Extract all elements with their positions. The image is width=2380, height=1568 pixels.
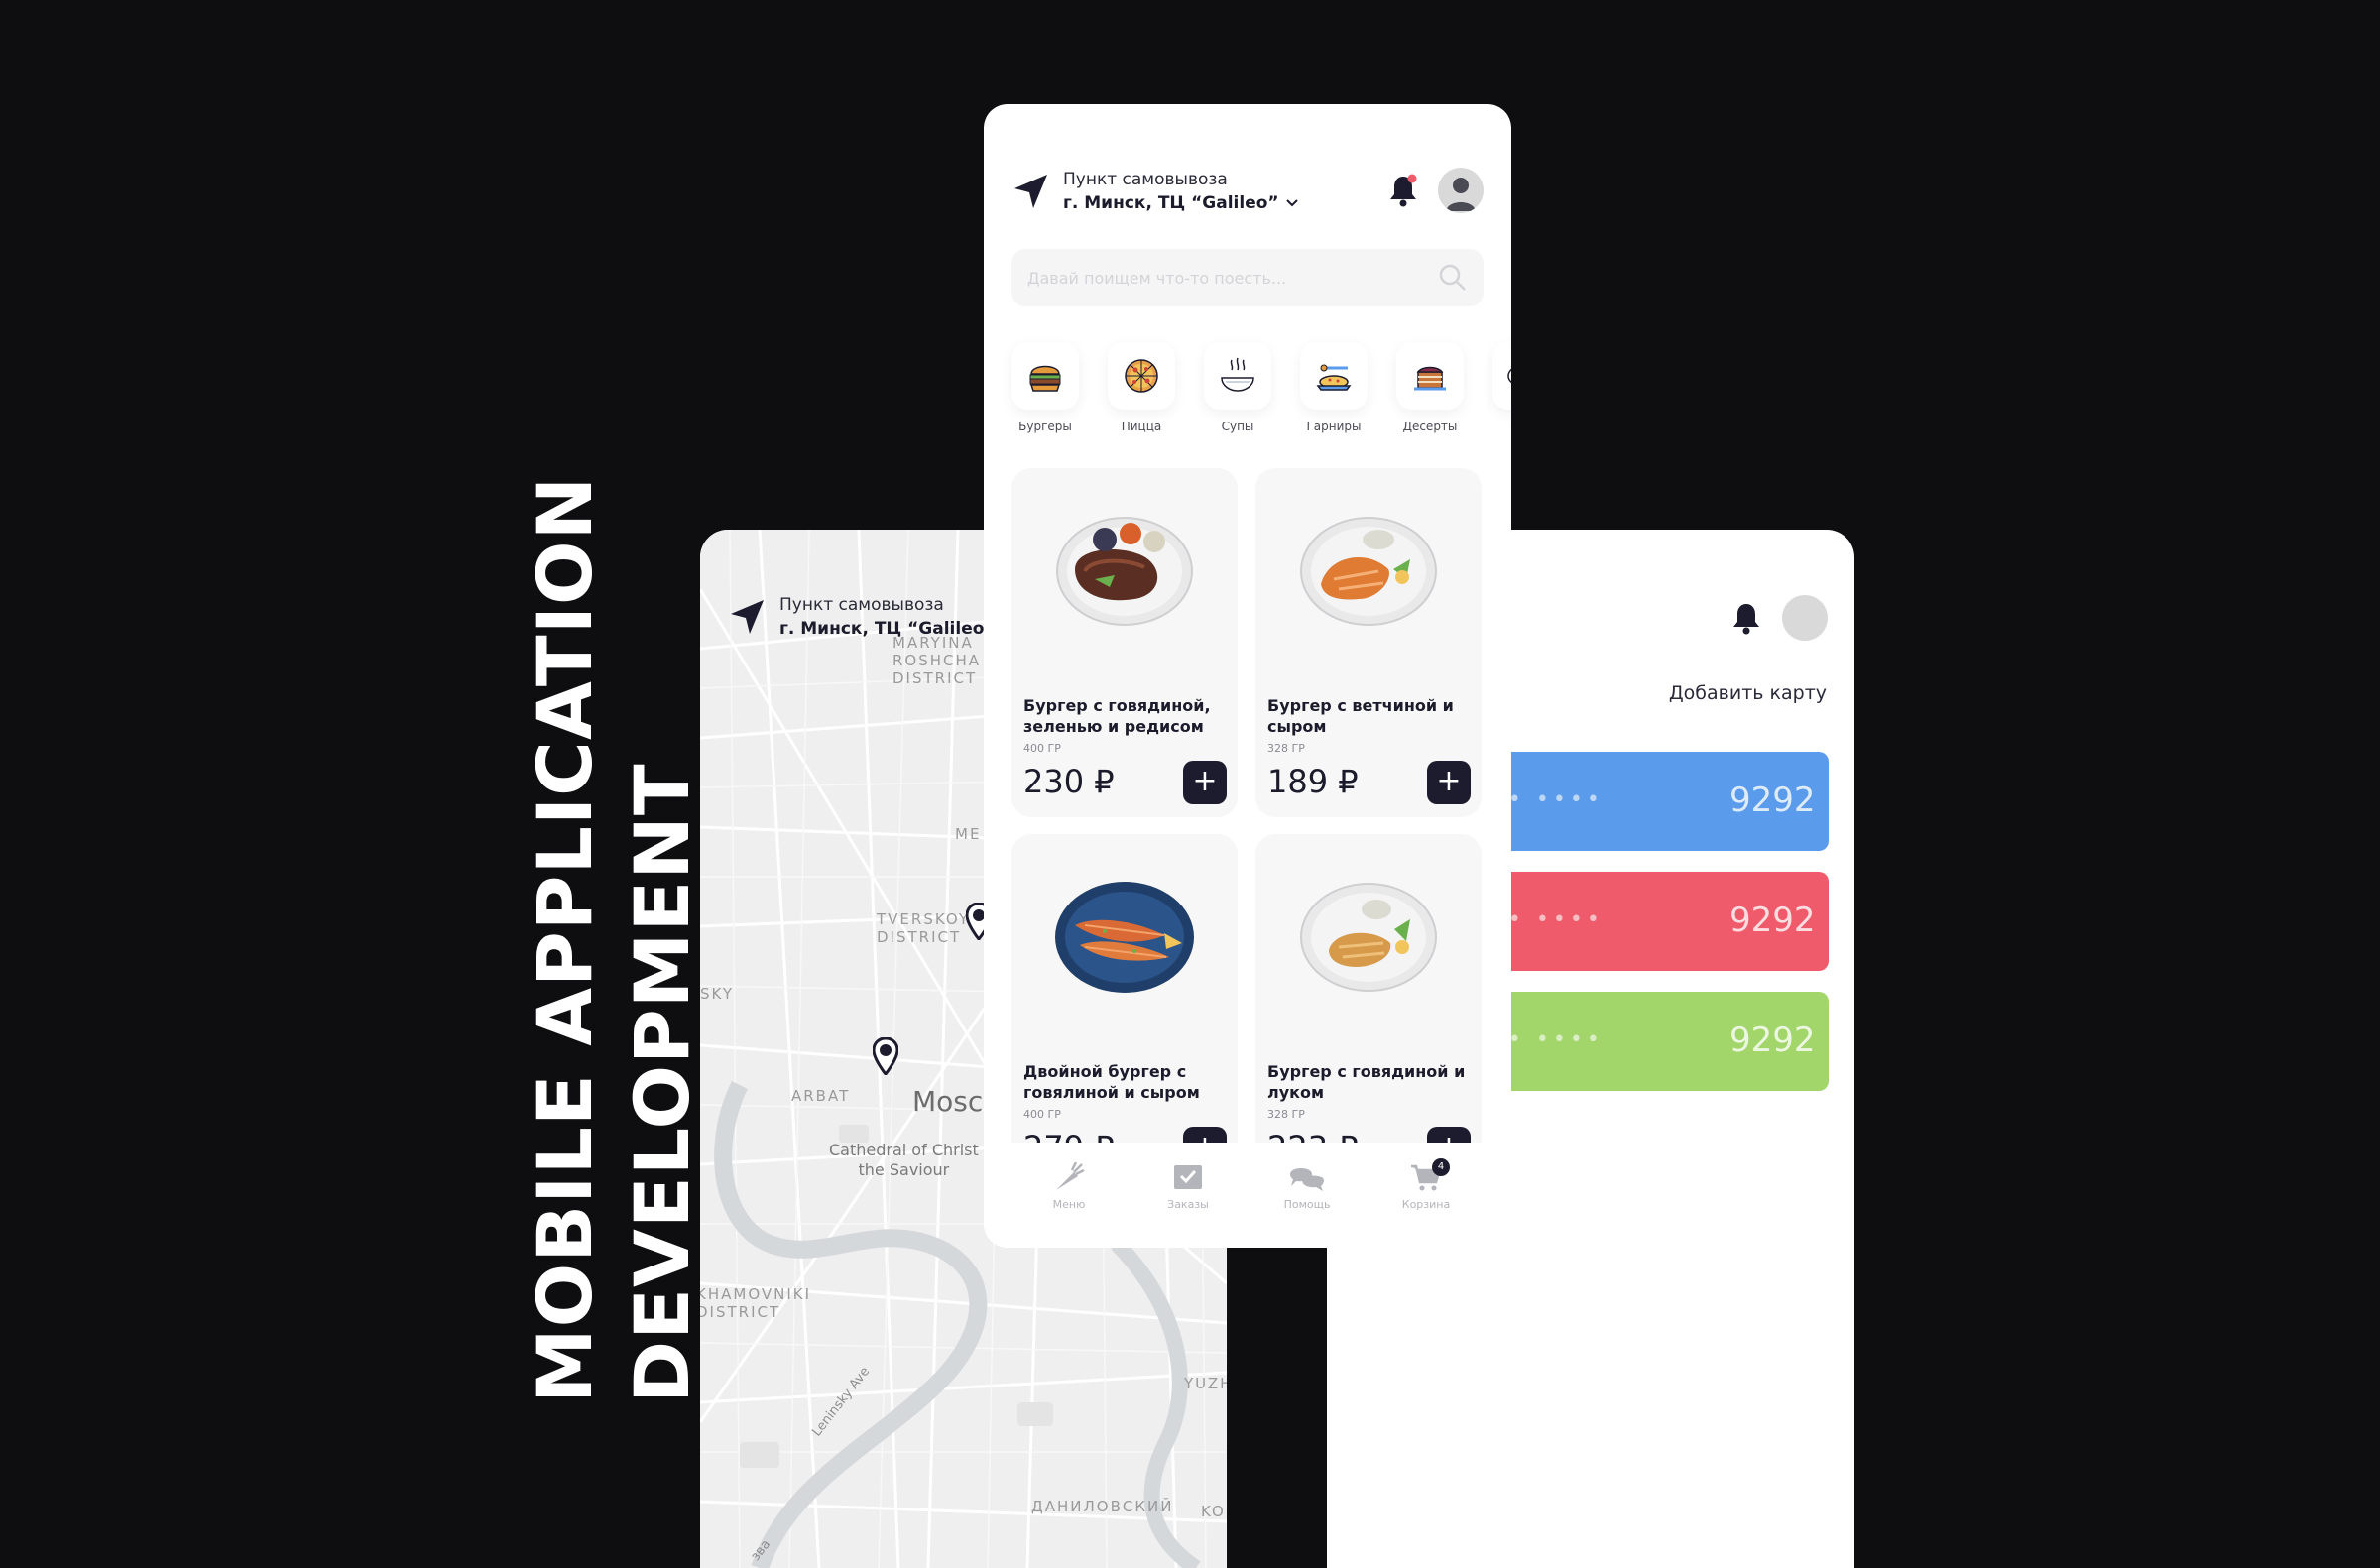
search-icon[interactable] [1438,263,1468,293]
map-pin-icon[interactable] [873,1037,898,1075]
district-label: KHAMOVNIKI DISTRICT [700,1285,812,1321]
tab-cart[interactable]: 4 Корзина [1386,1158,1466,1248]
headline: MOBILE APPLICATION DEVELOPMENT [521,476,724,1403]
district-label: KO [1201,1503,1226,1520]
product-weight: 328 ГР [1267,1108,1305,1121]
category-burgers[interactable]: Бургеры [1012,342,1079,433]
district-label: ME [955,825,982,843]
payment-card[interactable]: •••• •••• 9292 [1456,752,1829,851]
product-title: Бургер с говядиной, зеленью и редисом [1023,696,1211,736]
bell-icon[interactable] [1388,174,1418,207]
user-silhouette-icon [1446,178,1476,211]
avatar[interactable] [1782,595,1828,641]
tab-label: Помощь [1283,1198,1331,1211]
side-dish-icon [1316,364,1352,391]
orders-box-icon [1174,1165,1202,1189]
add-to-cart-button[interactable]: + [1427,761,1471,804]
district-label: SKY [700,985,734,1003]
product-title: Двойной бургер с говялиной и сыром [1023,1062,1200,1102]
tab-label: Корзина [1401,1198,1451,1211]
category-desserts[interactable]: Десерты [1396,342,1464,433]
category-label: Супы [1221,420,1254,433]
salmon-dish-image [1300,517,1437,626]
soup-icon [1221,357,1254,392]
category-label: Десерты [1402,420,1458,433]
pizza-icon [1125,359,1158,393]
cart-badge: 4 [1432,1158,1450,1176]
shrimp-dish-image [1055,882,1194,993]
category-pizza[interactable]: Пицца [1108,342,1175,433]
add-card-link[interactable]: Добавить карту [1669,682,1827,704]
tab-help[interactable]: Помощь [1267,1162,1347,1248]
pickup-address: г. Минск, ТЦ “Galileo” [1063,193,1279,213]
category-label: Бургеры [1018,420,1072,433]
category-label: Пицца [1121,420,1162,433]
product-title: Бургер с говядиной и луком [1267,1062,1466,1102]
bell-icon[interactable] [1731,601,1761,635]
pickup-label: Пункт самовывоза [1063,170,1228,189]
menu-carrot-icon [1056,1162,1085,1190]
map-pickup-header[interactable]: Пункт самовывоза г. Минск, ТЦ “Galileo” [728,595,996,639]
navigation-arrow-icon [1014,175,1047,208]
product-price: 189 ₽ [1267,763,1359,800]
product-card[interactable]: Бургер с ветчиной и сыром 328 ГР 189 ₽ + [1255,468,1482,817]
search-input[interactable]: Давай поищем что-то поесть... [1027,269,1438,288]
map-poi-label: Cathedral of Christ the Saviour [829,1141,979,1179]
payment-card[interactable]: •••• •••• 9292 [1456,992,1829,1091]
category-row: Бургеры Пицца Супы Гарниры Десерты [1012,342,1511,433]
add-to-cart-button[interactable]: + [1183,761,1227,804]
category-drinks[interactable]: Ал [1492,342,1511,433]
product-weight: 400 ГР [1023,742,1061,755]
product-card[interactable]: Двойной бургер с говялиной и сыром 400 Г… [1012,834,1238,1183]
bottom-tab-bar: Меню Заказы Помощь 4 Корзина [984,1143,1511,1248]
headline-line-2: DEVELOPMENT [618,763,706,1403]
product-weight: 400 ГР [1023,1108,1061,1121]
menu-screen: Пункт самовывоза г. Минск, ТЦ “Galileo” … [984,104,1511,1248]
tab-label: Заказы [1167,1198,1209,1211]
card-last4: 9292 [1729,781,1816,820]
fish-dish-image [1300,883,1437,992]
card-last4: 9292 [1729,901,1816,940]
tab-orders[interactable]: Заказы [1148,1162,1228,1248]
category-soups[interactable]: Супы [1204,342,1271,433]
burger-icon [1029,365,1061,392]
search-bar[interactable]: Давай поищем что-то поесть... [1012,249,1484,306]
chat-bubbles-icon [1290,1168,1324,1191]
chevron-down-icon [1285,199,1298,207]
headline-line-1: MOBILE APPLICATION [521,475,609,1403]
tab-menu[interactable]: Меню [1029,1162,1109,1248]
product-card[interactable]: Бургер с говядиной, зеленью и редисом 40… [1012,468,1238,817]
navigation-arrow-icon [731,600,764,634]
drink-icon [1507,368,1511,384]
category-sides[interactable]: Гарниры [1300,342,1368,433]
product-price: 230 ₽ [1023,763,1115,800]
avatar[interactable] [1438,168,1484,213]
category-label: Гарниры [1306,420,1362,433]
dessert-icon [1414,366,1446,391]
pickup-selector[interactable]: Пункт самовывоза г. Минск, ТЦ “Galileo” [1012,170,1299,213]
district-label: YUZH [1184,1375,1227,1392]
map-city-label: Mosc [912,1085,984,1118]
product-weight: 328 ГР [1267,742,1305,755]
district-label: ДАНИЛОВСКИЙ [1031,1498,1174,1515]
map-pickup-label: Пункт самовывоза [779,595,944,615]
district-label: TVERSKOY DISTRICT [877,910,971,946]
product-title: Бургер с ветчиной и сыром [1267,696,1454,736]
district-label: MARYINA ROSHCHA DISTRICT [892,634,982,687]
tab-label: Меню [1052,1198,1086,1211]
product-card[interactable]: Бургер с говядиной и луком 328 ГР 223 ₽ … [1255,834,1482,1183]
district-label: ARBAT [791,1087,851,1105]
steak-dish-image [1056,517,1193,626]
card-last4: 9292 [1729,1021,1816,1060]
payment-card[interactable]: •••• •••• 9292 [1456,872,1829,971]
